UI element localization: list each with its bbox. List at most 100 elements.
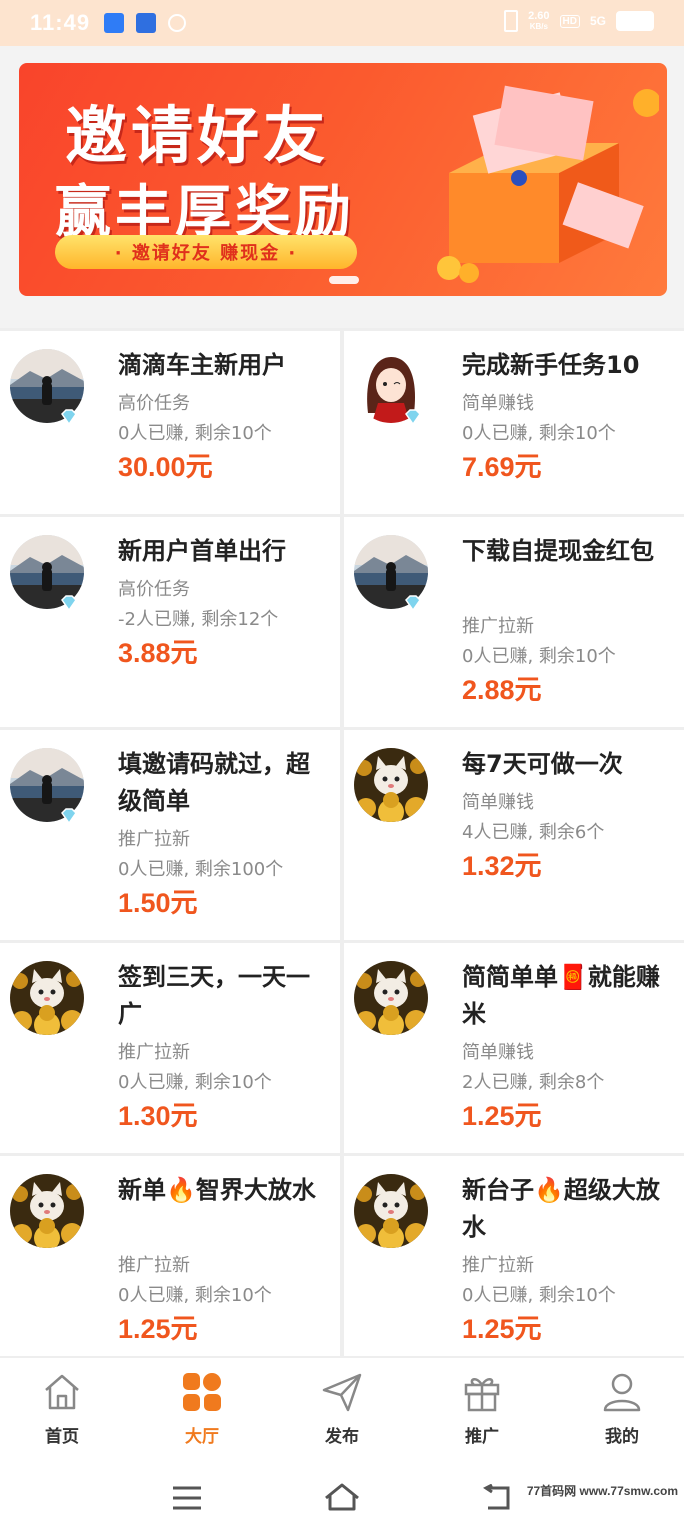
- task-title: 新单🔥智界大放水: [118, 1176, 316, 1204]
- diamond-badge-icon: [405, 595, 421, 611]
- fortune-cat-avatar: [10, 1174, 84, 1248]
- diamond-badge-icon: [405, 409, 421, 425]
- app-notification-icon: [136, 13, 157, 33]
- task-card[interactable]: 新用户首单出行高价任务 -2人已赚, 剩余12个 3.88元: [0, 517, 340, 727]
- task-title: 完成新手任务10: [462, 351, 640, 379]
- task-category: 简单赚钱: [462, 393, 534, 414]
- task-category: 高价任务: [118, 579, 190, 600]
- task-avatar: [354, 1174, 428, 1248]
- system-nav-bar: 77首码网 www.77smw.com: [0, 1458, 684, 1514]
- nav-publish-label: 发布: [325, 1427, 359, 1447]
- nav-promote-label: 推广: [465, 1427, 499, 1447]
- task-stats: 0人已赚, 剩余10个: [462, 423, 616, 444]
- net-speed: 2.60 KB/s: [528, 9, 550, 31]
- task-category: 高价任务: [118, 393, 190, 414]
- task-grid: 滴滴车主新用户 高价任务 0人已赚, 剩余10个 30.00元 完成新手任务10 简单赚钱…: [0, 328, 684, 1358]
- banner-pill: · 邀请好友 赚现金 ·: [55, 235, 357, 269]
- task-avatar: [354, 748, 428, 822]
- task-category: 推广拉新: [462, 1255, 534, 1276]
- task-stats: 0人已赚, 剩余10个: [462, 646, 616, 667]
- back-icon[interactable]: [480, 1484, 512, 1512]
- nav-mine[interactable]: 我的: [582, 1370, 662, 1447]
- task-stats: 4人已赚, 剩余6个: [462, 822, 605, 843]
- task-price: 1.25元: [118, 1314, 198, 1344]
- task-category: 推广拉新: [118, 1042, 190, 1063]
- task-title: 简简单单🧧就能赚米: [462, 963, 660, 1028]
- task-stats: 0人已赚, 剩余10个: [118, 1072, 272, 1093]
- task-stats: 0人已赚, 剩余10个: [118, 423, 272, 444]
- banner-title-line1: 邀请好友: [65, 99, 330, 172]
- grid-icon: [183, 1373, 221, 1411]
- nav-hall-label: 大厅: [185, 1427, 219, 1447]
- task-stats: 0人已赚, 剩余10个: [462, 1285, 616, 1306]
- task-title: 填邀请码就过，超级简单: [118, 750, 310, 815]
- watermark: 77首码网 www.77smw.com: [526, 1484, 678, 1498]
- bottom-nav: 首页 大厅 发布 推广 我的: [0, 1358, 684, 1458]
- task-stats: 0人已赚, 剩余10个: [118, 1285, 272, 1306]
- task-card[interactable]: 每7天可做一次简单赚钱 4人已赚, 剩余6个 1.32元: [344, 730, 684, 940]
- task-card[interactable]: 滴滴车主新用户 高价任务 0人已赚, 剩余10个 30.00元: [0, 331, 340, 514]
- paper-plane-icon: [322, 1373, 362, 1412]
- task-title: 每7天可做一次: [462, 750, 623, 778]
- task-price: 3.88元: [118, 638, 198, 668]
- task-card[interactable]: 简简单单🧧就能赚米简单赚钱 2人已赚, 剩余8个 1.25元: [344, 943, 684, 1153]
- status-right: 2.60 KB/s HD 5G: [504, 10, 654, 32]
- task-stats: -2人已赚, 剩余12个: [118, 609, 279, 630]
- nav-home[interactable]: 首页: [22, 1370, 102, 1447]
- task-title: 滴滴车主新用户: [118, 351, 286, 379]
- task-stats: 2人已赚, 剩余8个: [462, 1072, 605, 1093]
- user-icon: [603, 1373, 641, 1412]
- task-title: 签到三天，一天一广: [118, 963, 310, 1028]
- task-card[interactable]: 完成新手任务10 简单赚钱 0人已赚, 剩余10个 7.69元: [344, 331, 684, 514]
- task-title: 新用户首单出行: [118, 537, 286, 565]
- diamond-badge-icon: [61, 595, 77, 611]
- fortune-cat-avatar: [354, 1174, 428, 1248]
- fortune-cat-avatar: [10, 961, 84, 1035]
- task-card[interactable]: 新单🔥智界大放水推广拉新 0人已赚, 剩余10个 1.25元: [0, 1156, 340, 1356]
- menu-icon[interactable]: [170, 1484, 204, 1512]
- task-price: 1.25元: [462, 1101, 542, 1131]
- gift-icon: [464, 1378, 500, 1412]
- invite-banner[interactable]: 邀请好友 赢丰厚奖励 · 邀请好友 赚现金 ·: [19, 63, 667, 296]
- battery-icon: [616, 11, 654, 31]
- task-title: 新台子🔥超级大放水: [462, 1176, 660, 1241]
- task-avatar: [10, 961, 84, 1035]
- sync-icon: [168, 14, 187, 32]
- diamond-badge-icon: [61, 808, 77, 824]
- task-price: 1.30元: [118, 1101, 198, 1131]
- task-card[interactable]: 填邀请码就过，超级简单推广拉新 0人已赚, 剩余100个 1.50元: [0, 730, 340, 940]
- task-avatar: [10, 1174, 84, 1248]
- task-price: 7.69元: [462, 452, 542, 482]
- task-card[interactable]: 签到三天，一天一广推广拉新 0人已赚, 剩余10个 1.30元: [0, 943, 340, 1153]
- nav-publish[interactable]: 发布: [302, 1370, 382, 1447]
- status-time: 11:49: [30, 10, 91, 35]
- task-category: 简单赚钱: [462, 792, 534, 813]
- task-category: 简单赚钱: [462, 1042, 534, 1063]
- message-icon: [104, 13, 125, 33]
- task-price: 1.25元: [462, 1314, 542, 1344]
- task-card[interactable]: 新台子🔥超级大放水推广拉新 0人已赚, 剩余10个 1.25元: [344, 1156, 684, 1356]
- task-category: 推广拉新: [462, 616, 534, 637]
- system-home-icon[interactable]: [322, 1482, 362, 1512]
- task-category: 推广拉新: [118, 1255, 190, 1276]
- nav-hall[interactable]: 大厅: [162, 1370, 242, 1447]
- task-title: 下载自提现金红包: [462, 537, 654, 565]
- fortune-cat-avatar: [354, 748, 428, 822]
- fortune-cat-avatar: [354, 961, 428, 1035]
- gift-box-illustration: [437, 85, 659, 283]
- home-icon: [45, 1374, 79, 1410]
- nav-promote[interactable]: 推广: [442, 1370, 522, 1447]
- task-card[interactable]: 下载自提现金红包推广拉新 0人已赚, 剩余10个 2.88元: [344, 517, 684, 727]
- task-price: 2.88元: [462, 675, 542, 705]
- vibrate-icon: [504, 10, 519, 32]
- carousel-indicator[interactable]: [329, 276, 359, 284]
- nav-home-label: 首页: [45, 1427, 79, 1447]
- diamond-badge-icon: [61, 409, 77, 425]
- task-category: 推广拉新: [118, 829, 190, 850]
- status-bar: 11:49 2.60 KB/s HD 5G: [0, 0, 684, 46]
- task-stats: 0人已赚, 剩余100个: [118, 859, 284, 880]
- task-price: 1.32元: [462, 851, 542, 881]
- hd-badge: HD: [559, 14, 580, 28]
- task-avatar: [354, 961, 428, 1035]
- task-price: 1.50元: [118, 888, 198, 918]
